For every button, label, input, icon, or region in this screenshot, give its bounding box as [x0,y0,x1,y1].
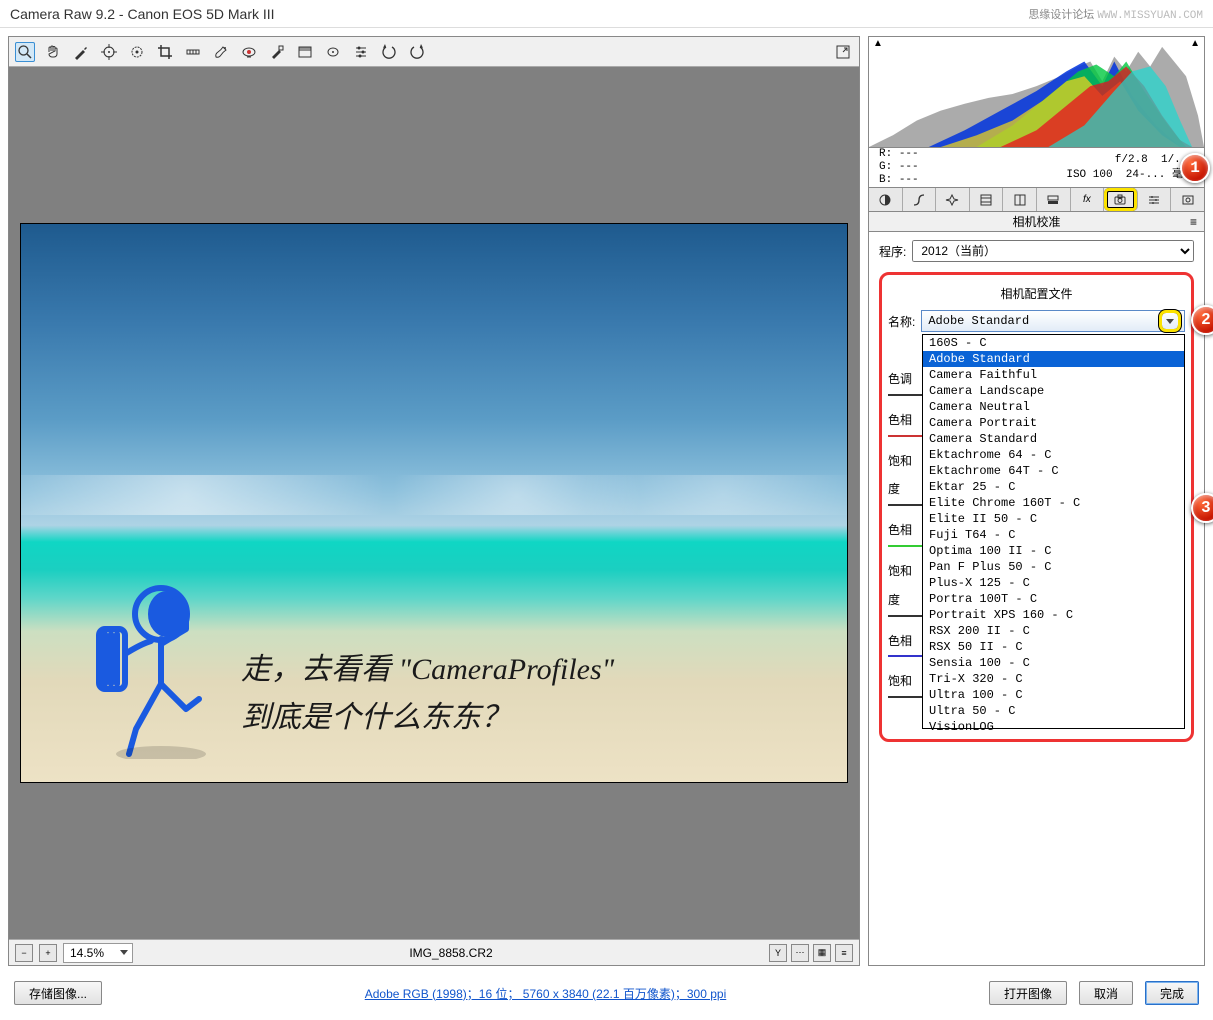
tab-lens[interactable] [1037,188,1071,211]
profile-option[interactable]: Ektar 25 - C [923,479,1184,495]
profile-option[interactable]: Ektachrome 64T - C [923,463,1184,479]
window-title: Camera Raw 9.2 - Canon EOS 5D Mark III [10,6,275,22]
footer: 存储图像... Adobe RGB (1998)；16 位； 5760 x 38… [0,974,1213,1012]
tab-fx[interactable]: fx [1071,188,1105,211]
tab-basic[interactable] [869,188,903,211]
camera-calibration-panel: 程序: 2012（当前） 相机配置文件 名称: Adobe Standard 色… [868,232,1205,966]
highlighted-region: 相机配置文件 名称: Adobe Standard 色调 色相 饱和度 色相 饱… [879,272,1194,742]
profile-name-select[interactable]: Adobe Standard [921,310,1185,332]
profile-option[interactable]: Sensia 100 - C [923,655,1184,671]
save-image-button[interactable]: 存储图像... [14,981,102,1005]
profile-option[interactable]: Camera Portrait [923,415,1184,431]
profile-option[interactable]: Camera Faithful [923,367,1184,383]
open-image-button[interactable]: 打开图像 [989,981,1067,1005]
hand-tool[interactable] [43,42,63,62]
highlight-clip-icon[interactable]: ▲ [1190,39,1200,49]
info-readout: R: --- G: --- B: --- f/2.8 1/... ISO 100… [868,148,1205,188]
preview-panel: 走，去看看 "CameraProfiles" 到底是个什么东东？ − + 14.… [8,36,860,966]
profile-option[interactable]: Elite Chrome 160T - C [923,495,1184,511]
tab-snapshots[interactable] [1171,188,1204,211]
zoom-in-icon[interactable]: + [39,944,57,962]
preview-caption: 走，去看看 "CameraProfiles" 到底是个什么东东？ [241,646,614,742]
profile-option[interactable]: Adobe Standard [923,351,1184,367]
name-label: 名称: [888,313,915,330]
profile-option[interactable]: Pan F Plus 50 - C [923,559,1184,575]
tab-presets[interactable] [1138,188,1172,211]
titlebar: Camera Raw 9.2 - Canon EOS 5D Mark III 思… [0,0,1213,28]
profile-section-title: 相机配置文件 [888,285,1185,302]
panel-menu-icon[interactable]: ≡ [1190,215,1197,229]
profile-option[interactable]: Plus-X 125 - C [923,575,1184,591]
toolbar [9,37,859,67]
profile-option[interactable]: Camera Standard [923,431,1184,447]
profile-option[interactable]: RSX 200 II - C [923,623,1184,639]
profile-option[interactable]: Camera Landscape [923,383,1184,399]
tab-detail[interactable] [936,188,970,211]
preview-area[interactable]: 走，去看看 "CameraProfiles" 到底是个什么东东？ [9,67,859,939]
profile-option[interactable]: Camera Neutral [923,399,1184,415]
profile-option[interactable]: Elite II 50 - C [923,511,1184,527]
profile-option[interactable]: Ultra 100 - C [923,687,1184,703]
filename-label: IMG_8858.CR2 [139,946,763,960]
workflow-link[interactable]: Adobe RGB (1998)；16 位； 5760 x 3840 (22.1… [365,985,727,1002]
right-panel: ▲ ▲ R: --- G: --- B: --- f/2.8 1/... ISO… [868,36,1205,966]
histogram[interactable]: ▲ ▲ [868,36,1205,148]
callout-2: 2 [1191,305,1213,335]
profile-option[interactable]: Ultra 50 - C [923,703,1184,719]
tab-hsl[interactable] [970,188,1004,211]
profile-option[interactable]: RSX 50 II - C [923,639,1184,655]
image-preview: 走，去看看 "CameraProfiles" 到底是个什么东东？ [20,223,848,783]
zoom-level-select[interactable]: 14.5% [63,943,133,963]
cancel-button[interactable]: 取消 [1079,981,1133,1005]
process-label: 程序: [879,243,906,260]
zoom-out-icon[interactable]: − [15,944,33,962]
prefs-tool[interactable] [351,42,371,62]
profile-option[interactable]: 160S - C [923,335,1184,351]
rotate-cw-tool[interactable] [407,42,427,62]
rotate-ccw-tool[interactable] [379,42,399,62]
rating-icon[interactable]: ⋯ [791,944,809,962]
zoom-tool[interactable] [15,42,35,62]
graduated-filter-tool[interactable] [295,42,315,62]
grid-icon[interactable]: ▦ [813,944,831,962]
tab-camera-calibration[interactable] [1104,188,1138,211]
color-sampler-tool[interactable] [99,42,119,62]
tab-curve[interactable] [903,188,937,211]
adjustment-tabs: fx [868,188,1205,212]
tab-title-label: 相机校准 ≡ [868,212,1205,232]
adjustment-brush-tool[interactable] [267,42,287,62]
straighten-tool[interactable] [183,42,203,62]
list-icon[interactable]: ≡ [835,944,853,962]
callout-3: 3 [1191,493,1213,523]
astronaut-icon [91,579,221,762]
profile-option[interactable]: Tri-X 320 - C [923,671,1184,687]
done-button[interactable]: 完成 [1145,981,1199,1005]
profile-option[interactable]: VisionLOG [923,719,1184,735]
profile-option[interactable]: Portra 100T - C [923,591,1184,607]
filter-icon[interactable]: Y [769,944,787,962]
profile-dropdown[interactable]: 160S - CAdobe StandardCamera FaithfulCam… [922,334,1185,729]
statusbar: − + 14.5% IMG_8858.CR2 Y ⋯ ▦ ≡ [9,939,859,965]
crop-tool[interactable] [155,42,175,62]
redeye-tool[interactable] [239,42,259,62]
chevron-down-icon [1162,313,1178,329]
spot-removal-tool[interactable] [211,42,231,62]
profile-option[interactable]: Portrait XPS 160 - C [923,607,1184,623]
callout-1: 1 [1180,153,1210,183]
fullscreen-toggle[interactable] [833,42,853,62]
profile-option[interactable]: Optima 100 II - C [923,543,1184,559]
shadow-clip-icon[interactable]: ▲ [873,39,883,49]
process-select[interactable]: 2012（当前） [912,240,1194,262]
radial-filter-tool[interactable] [323,42,343,62]
hidden-slider-labels: 色调 色相 饱和度 色相 饱和度 色相 饱和 [888,365,922,708]
branding: 思缘设计论坛 WWW.MISSYUAN.COM [1028,6,1203,22]
tab-split[interactable] [1003,188,1037,211]
targeted-adjust-tool[interactable] [127,42,147,62]
profile-option[interactable]: Fuji T64 - C [923,527,1184,543]
profile-option[interactable]: Ektachrome 64 - C [923,447,1184,463]
white-balance-tool[interactable] [71,42,91,62]
chevron-down-icon [120,950,128,955]
